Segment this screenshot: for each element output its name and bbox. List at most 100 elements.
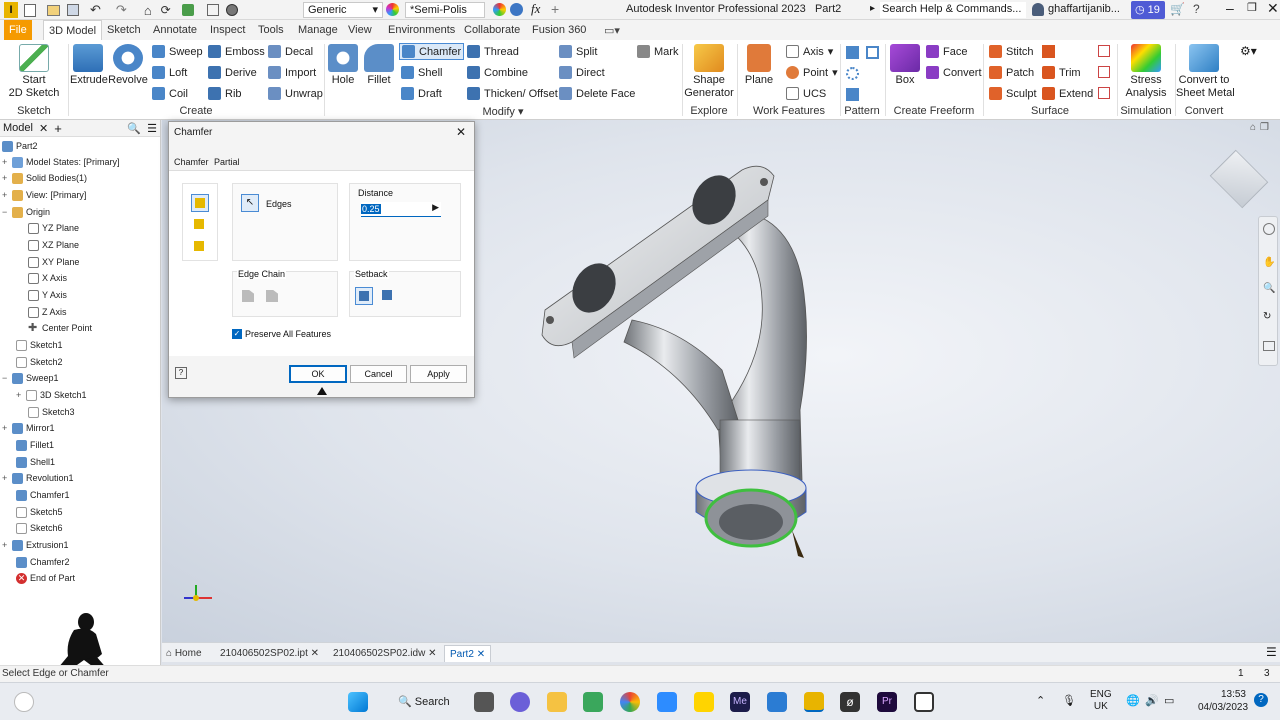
chat-icon[interactable] bbox=[510, 692, 530, 712]
thicken-offset-button[interactable]: Thicken/ Offset bbox=[467, 87, 558, 100]
select-icon[interactable] bbox=[181, 4, 194, 16]
tree-node-end-of-part[interactable]: ✕ End of Part bbox=[16, 570, 75, 586]
unwrap-button[interactable]: Unwrap bbox=[268, 87, 323, 100]
orbit-icon[interactable]: ↻ bbox=[1263, 311, 1271, 322]
expand-dialog-icon[interactable] bbox=[317, 387, 327, 395]
tab-menu-icon[interactable]: ☰ bbox=[1266, 645, 1277, 659]
notification-badge[interactable]: ◷ 19 bbox=[1131, 1, 1165, 19]
sketch-pattern-icon[interactable] bbox=[846, 88, 859, 101]
tree-node-solid-bodies[interactable]: + Solid Bodies(1) bbox=[2, 170, 87, 186]
zoom-app-icon[interactable] bbox=[657, 692, 677, 712]
convert-to-sheet-metal-button[interactable]: Convert to Sheet Metal bbox=[1176, 44, 1235, 100]
coil-button[interactable]: Coil bbox=[152, 87, 188, 100]
add-tab-icon[interactable]: + bbox=[54, 121, 62, 136]
home-view-icon[interactable]: ⌂ bbox=[1250, 122, 1256, 133]
expand-icon[interactable]: + bbox=[2, 173, 9, 183]
tree-node-sweep1[interactable]: − Sweep1 bbox=[2, 370, 59, 386]
tree-node-sketch6[interactable]: Sketch6 bbox=[16, 520, 63, 536]
media-encoder-icon[interactable]: Me bbox=[730, 692, 750, 712]
revolve-button[interactable]: Revolve bbox=[108, 44, 148, 87]
edges-select-button[interactable]: ↖ bbox=[241, 194, 259, 212]
help-search-input[interactable]: Search Help & Commands... bbox=[880, 2, 1026, 18]
mark-button[interactable]: Mark bbox=[637, 45, 678, 58]
steering-wheel-icon[interactable] bbox=[1263, 223, 1275, 235]
tree-node-extrusion1[interactable]: + Extrusion1 bbox=[2, 537, 69, 553]
redo-icon[interactable]: ↷ bbox=[116, 2, 127, 18]
tab-environments[interactable]: Environments bbox=[383, 20, 460, 40]
tree-node-origin[interactable]: − Origin bbox=[2, 204, 50, 220]
windows-start-icon[interactable] bbox=[348, 692, 368, 712]
extrude-button[interactable]: Extrude bbox=[70, 44, 108, 87]
doc-tab-idw[interactable]: 210406502SP02.idw ✕ bbox=[333, 645, 436, 662]
tab-3d-model[interactable]: 3D Model bbox=[43, 20, 103, 40]
tree-node-z-axis[interactable]: Z Axis bbox=[28, 304, 67, 320]
zoom-icon[interactable]: 🔍 bbox=[1263, 283, 1275, 294]
sticky-notes-icon[interactable] bbox=[694, 692, 714, 712]
bolt-hole-left[interactable] bbox=[546, 316, 554, 324]
tab-fusion-360[interactable]: Fusion 360 bbox=[527, 20, 591, 40]
pipe-branch-left[interactable] bbox=[623, 319, 739, 431]
tab-manage[interactable]: Manage bbox=[293, 20, 343, 40]
emboss-button[interactable]: Emboss bbox=[208, 45, 265, 58]
plus-icon[interactable]: + bbox=[551, 1, 559, 17]
expand-icon[interactable]: + bbox=[2, 157, 9, 167]
material-dropdown[interactable]: *Semi-Polis bbox=[405, 2, 485, 18]
minimize-icon[interactable]: – bbox=[1226, 0, 1234, 16]
axis-button[interactable]: Axis ▾ bbox=[786, 45, 833, 58]
inventor-logo-icon[interactable]: I bbox=[4, 2, 18, 18]
appearance-ball-icon[interactable] bbox=[510, 3, 523, 16]
start-2d-sketch-button[interactable]: ​ Start 2D Sketch bbox=[8, 44, 60, 100]
stress-analysis-button[interactable]: Stress Analysis bbox=[1120, 44, 1172, 100]
user-name[interactable]: ghaffartijanib... bbox=[1048, 3, 1120, 15]
stop-icon[interactable] bbox=[225, 4, 238, 16]
help-icon[interactable]: ? bbox=[175, 367, 187, 379]
chrome-icon[interactable] bbox=[620, 692, 640, 712]
language-indicator[interactable]: ENG UK bbox=[1090, 689, 1112, 713]
flange-plate[interactable] bbox=[541, 165, 775, 347]
rectangular-pattern-icon[interactable] bbox=[846, 46, 859, 59]
expand-icon[interactable]: + bbox=[16, 390, 23, 400]
tree-node-sketch1[interactable]: Sketch1 bbox=[16, 337, 63, 353]
fx-icon[interactable]: fx bbox=[531, 1, 540, 17]
capcut-icon[interactable] bbox=[914, 692, 934, 712]
update-icon[interactable]: ⟳ bbox=[161, 3, 171, 17]
bolt-hole-right[interactable] bbox=[760, 178, 768, 186]
browser-tab-model[interactable]: Model bbox=[3, 122, 33, 134]
ucs-button[interactable]: UCS bbox=[786, 87, 826, 100]
split-button[interactable]: Split bbox=[559, 45, 597, 58]
extend-button[interactable]: Extend bbox=[1042, 87, 1093, 100]
close-icon[interactable]: ✕ bbox=[1267, 0, 1279, 17]
convert-button[interactable]: Convert bbox=[926, 66, 982, 79]
trim-button[interactable]: Trim bbox=[1042, 66, 1081, 79]
ae-icon[interactable]: ø bbox=[840, 692, 860, 712]
ok-button[interactable]: OK bbox=[289, 365, 347, 383]
tab-tools[interactable]: Tools bbox=[253, 20, 289, 40]
mirror-icon[interactable] bbox=[866, 46, 879, 59]
close-icon[interactable]: ✕ bbox=[39, 122, 48, 135]
home-tab[interactable]: ⌂ Home bbox=[166, 645, 202, 662]
thread-button[interactable]: Thread bbox=[467, 45, 519, 58]
sculpt-button[interactable]: Sculpt bbox=[989, 87, 1037, 100]
flyout-arrow-icon[interactable]: ▶ bbox=[432, 202, 439, 213]
group-label-modify[interactable]: Modify ▾ bbox=[326, 105, 680, 118]
taskbar-search[interactable]: 🔍 Search bbox=[388, 692, 454, 712]
tree-node-part2[interactable]: Part2 bbox=[2, 138, 38, 154]
collapse-icon[interactable]: − bbox=[2, 373, 9, 383]
tab-sketch[interactable]: Sketch bbox=[102, 20, 146, 40]
rib-button[interactable]: Rib bbox=[208, 87, 242, 100]
tray-overflow-icon[interactable]: ⌃ bbox=[1036, 694, 1045, 707]
user-icon[interactable] bbox=[1032, 3, 1044, 16]
ribbon-settings-icon[interactable]: ⚙▾ bbox=[1240, 44, 1257, 58]
replace-face-icon[interactable] bbox=[1098, 45, 1110, 57]
measure-icon[interactable] bbox=[206, 4, 219, 16]
tree-node-model-states[interactable]: + Model States: [Primary] bbox=[2, 154, 120, 170]
shell-button[interactable]: Shell bbox=[401, 66, 442, 79]
cancel-button[interactable]: Cancel bbox=[350, 365, 407, 383]
stitch-button[interactable]: Stitch bbox=[989, 45, 1034, 58]
hole-button[interactable]: Hole bbox=[326, 44, 360, 87]
cart-icon[interactable]: 🛒 bbox=[1170, 2, 1185, 16]
direct-button[interactable]: Direct bbox=[559, 66, 605, 79]
task-view-icon[interactable] bbox=[474, 692, 494, 712]
dialog-tab-partial[interactable]: Partial bbox=[214, 157, 240, 167]
mail-icon[interactable] bbox=[767, 692, 787, 712]
